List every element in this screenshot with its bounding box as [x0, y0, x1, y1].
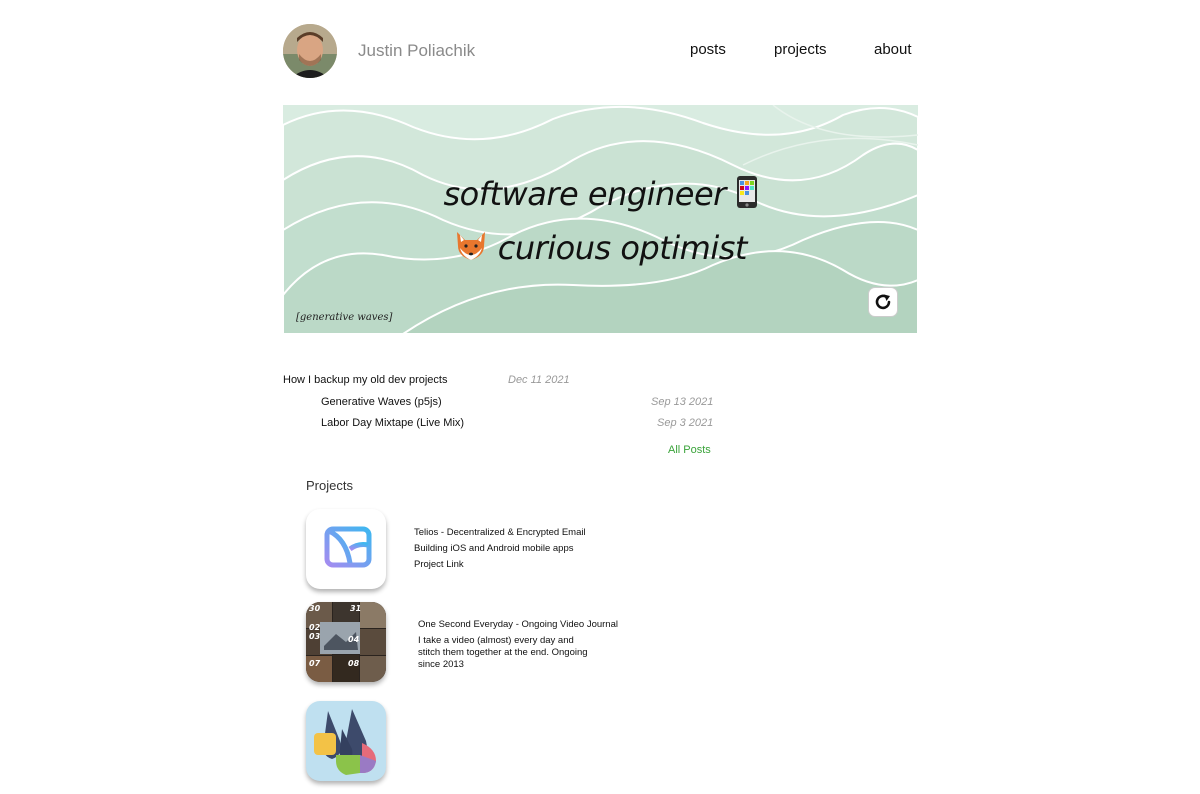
avatar[interactable] — [283, 24, 337, 78]
refresh-waves-button[interactable] — [868, 287, 898, 317]
project-link[interactable]: Project Link — [414, 559, 634, 571]
tile-label: 30 — [309, 604, 321, 613]
generative-waves-canvas — [283, 105, 918, 334]
nav-posts[interactable]: posts — [690, 41, 726, 58]
tile-label: 07 — [309, 659, 321, 668]
nav-about[interactable]: about — [874, 41, 912, 58]
project-title: Telios - Decentralized & Encrypted Email — [414, 527, 586, 538]
hero-line2-text: curious optimist — [497, 229, 748, 267]
avatar-image — [283, 24, 337, 78]
mobile-phone-icon — [736, 175, 758, 217]
hero-banner: software engineer curious optimist [gene… — [283, 105, 918, 334]
fox-icon — [454, 230, 488, 270]
tile-label: 04 — [348, 635, 360, 644]
video-collage-icon: 30 31 02 03 04 07 08 — [306, 602, 386, 682]
post-date: Dec 11 2021 — [508, 374, 570, 386]
telios-app-icon[interactable] — [306, 509, 386, 589]
site-name[interactable]: Justin Poliachik — [358, 41, 475, 61]
telios-logo-icon — [324, 526, 372, 568]
all-posts-link[interactable]: All Posts — [668, 444, 711, 456]
ink-drops-icon — [314, 709, 376, 775]
project-description: I take a video (almost) every day and st… — [418, 634, 588, 670]
project-details: Telios - Decentralized & Encrypted Email… — [414, 527, 634, 571]
tile-label: 08 — [348, 659, 360, 668]
projects-heading: Projects — [306, 478, 353, 493]
tile-label: 03 — [309, 632, 321, 641]
tile-label: 31 — [350, 604, 361, 613]
drops-app-icon[interactable] — [306, 701, 386, 781]
project-title: One Second Everyday - Ongoing Video Jour… — [418, 619, 618, 630]
post-link[interactable]: How I backup my old dev projects — [283, 374, 447, 386]
refresh-icon — [875, 294, 891, 310]
post-date: Sep 13 2021 — [651, 396, 714, 408]
hero-caption: [generative waves] — [296, 312, 393, 323]
hero-headline-line1: software engineer — [283, 175, 918, 217]
site-header: Justin Poliachik posts projects about — [283, 24, 918, 78]
post-link[interactable]: Labor Day Mixtape (Live Mix) — [321, 417, 464, 429]
post-date: Sep 3 2021 — [657, 417, 714, 429]
project-details: One Second Everyday - Ongoing Video Jour… — [418, 619, 618, 671]
post-link[interactable]: Generative Waves (p5js) — [321, 396, 442, 408]
nav-projects[interactable]: projects — [774, 41, 827, 58]
tile-label: 02 — [309, 623, 321, 632]
hero-line1-text: software engineer — [443, 175, 726, 213]
one-second-everyday-app-icon[interactable]: 30 31 02 03 04 07 08 — [306, 602, 386, 682]
project-description: Building iOS and Android mobile apps — [414, 542, 574, 554]
hero-headline-line2: curious optimist — [283, 229, 918, 270]
